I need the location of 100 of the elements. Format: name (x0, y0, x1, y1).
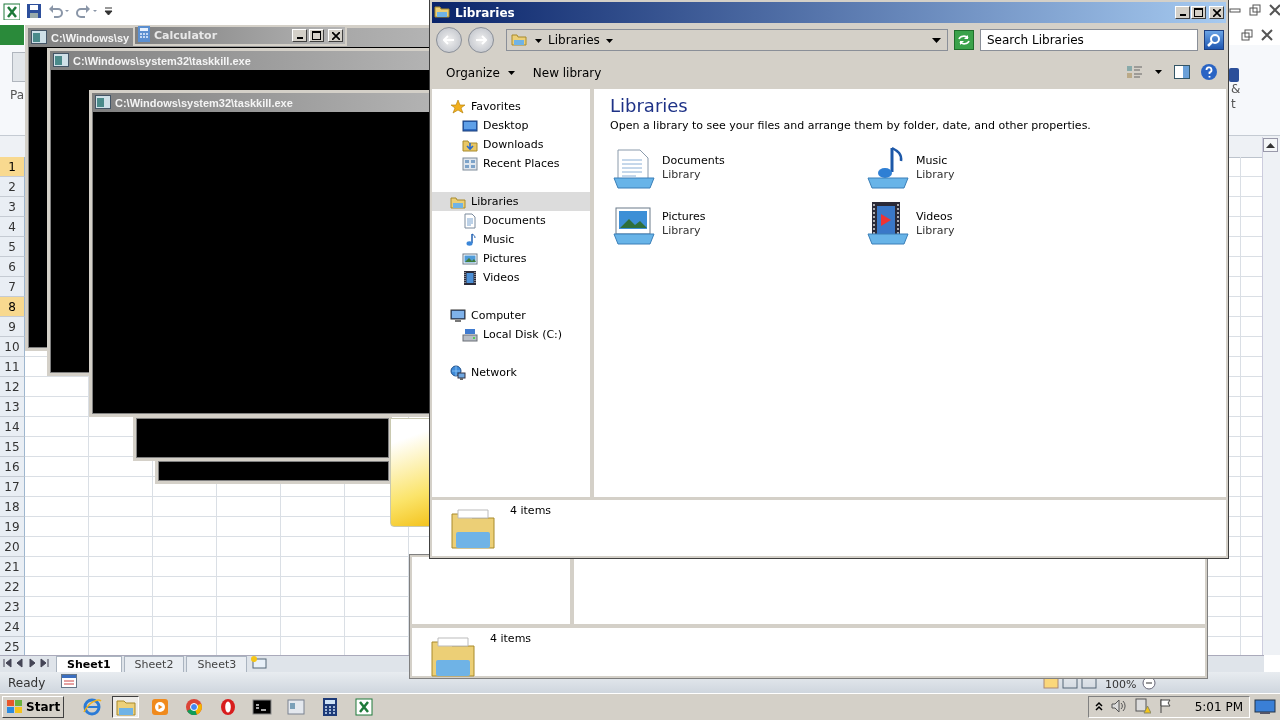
minimize-button[interactable] (1175, 6, 1190, 19)
breadcrumb[interactable]: Libraries (548, 33, 600, 47)
row-header[interactable]: 5 (0, 237, 25, 257)
library-type: Library (916, 224, 955, 238)
nav-item[interactable]: Network (432, 363, 590, 382)
row-header[interactable]: 1 (0, 157, 25, 177)
customize-icon[interactable] (104, 6, 113, 16)
show-desktop-icon[interactable] (1254, 697, 1278, 717)
back-button[interactable] (436, 27, 462, 53)
library-type: Library (662, 168, 702, 182)
row-header[interactable]: 11 (0, 357, 25, 377)
nav-label: Computer (471, 309, 526, 322)
zoom-level: 100% (1105, 678, 1137, 691)
row-header[interactable]: 17 (0, 477, 25, 497)
row-header[interactable]: 6 (0, 257, 25, 277)
videos-icon (462, 269, 478, 286)
nav-item[interactable]: Music (432, 230, 590, 249)
nav-item[interactable]: Documents (432, 211, 590, 230)
nav-item[interactable]: Libraries (432, 192, 590, 211)
page-view-icons[interactable] (1043, 677, 1099, 692)
minimize-button[interactable] (292, 29, 307, 42)
row-header[interactable]: 21 (0, 557, 25, 577)
row-header[interactable]: 14 (0, 417, 25, 437)
minimize-icon (296, 37, 303, 39)
refresh-icon (957, 34, 971, 46)
maximize-button[interactable] (309, 29, 324, 42)
restore-icon[interactable] (1241, 29, 1253, 44)
start-button[interactable]: Start (2, 696, 65, 718)
nav-item[interactable]: Pictures (432, 249, 590, 268)
row-header[interactable]: 9 (0, 317, 25, 337)
undo-icon[interactable] (48, 4, 70, 18)
save-icon[interactable] (26, 3, 42, 19)
nav-item[interactable]: Downloads (432, 135, 590, 154)
row-header[interactable]: 4 (0, 217, 25, 237)
row-header[interactable]: 2 (0, 177, 25, 197)
toolbar-button[interactable]: New library (532, 66, 602, 80)
row-header[interactable]: 22 (0, 577, 25, 597)
library-name[interactable]: Music (916, 154, 955, 168)
vertical-scrollbar[interactable] (1262, 137, 1280, 655)
row-header[interactable]: 15 (0, 437, 25, 457)
nav-label: Videos (483, 271, 520, 284)
favorites-icon (450, 98, 466, 115)
nav-item[interactable]: Videos (432, 268, 590, 287)
library-name[interactable]: Documents (662, 154, 725, 168)
nav-label: Downloads (483, 138, 544, 151)
row-header[interactable]: 13 (0, 397, 25, 417)
ribbon-label: Pa (10, 88, 25, 102)
sheet-tab[interactable]: Sheet2 (123, 656, 185, 672)
nav-item[interactable]: Recent Places (432, 154, 590, 173)
calculator-icon (138, 26, 150, 45)
page-heading: Libraries (610, 95, 689, 116)
refresh-button[interactable] (954, 30, 974, 50)
nav-item[interactable]: Desktop (432, 116, 590, 135)
nav-item[interactable]: Local Disk (C:) (432, 325, 590, 344)
row-header[interactable]: 20 (0, 537, 25, 557)
maximize-button[interactable] (1191, 6, 1206, 19)
item-count: 4 items (510, 504, 552, 519)
sheet-tab[interactable]: Sheet1 (56, 656, 122, 672)
redo-icon[interactable] (76, 4, 98, 18)
close-icon (1212, 8, 1221, 17)
nav-label: Documents (483, 214, 546, 227)
item-count: 4 items (490, 632, 532, 647)
library-name[interactable]: Videos (916, 210, 955, 224)
videos-library-icon[interactable] (864, 200, 912, 248)
forward-button[interactable] (468, 27, 494, 53)
row-header[interactable]: 18 (0, 497, 25, 517)
close-button[interactable] (1209, 6, 1224, 19)
excel-icon[interactable] (2, 2, 20, 20)
search-icon[interactable] (1204, 30, 1224, 50)
back-arrow-icon (443, 35, 455, 45)
address-bar[interactable]: Libraries (506, 29, 948, 51)
library-name[interactable]: Pictures (662, 210, 706, 224)
row-header[interactable]: 16 (0, 457, 25, 477)
toolbar-button[interactable]: Organize (446, 66, 515, 80)
window-title: C:\Windows\sy (51, 31, 130, 44)
desktop-icon (462, 117, 478, 134)
nav-item[interactable]: Computer (432, 306, 590, 325)
row-header[interactable]: 25 (0, 637, 25, 657)
explorer-taskbar-icon[interactable] (112, 696, 140, 718)
row-header[interactable]: 8 (0, 297, 25, 317)
search-field[interactable]: Search Libraries (980, 29, 1198, 51)
music-library-icon[interactable] (864, 144, 912, 192)
nav-item[interactable]: Favorites (432, 97, 590, 116)
disk-icon (462, 326, 478, 343)
row-header[interactable]: 12 (0, 377, 25, 397)
restore-icon[interactable] (1249, 4, 1261, 19)
nav-label: Favorites (471, 100, 521, 113)
close-button[interactable] (328, 29, 343, 42)
scroll-up-icon[interactable] (1263, 138, 1278, 155)
clock[interactable]: 5:01 PM (1194, 700, 1243, 714)
row-header[interactable]: 24 (0, 617, 25, 637)
row-header[interactable]: 19 (0, 517, 25, 537)
row-header[interactable]: 7 (0, 277, 25, 297)
row-header[interactable]: 10 (0, 337, 25, 357)
row-header[interactable]: 3 (0, 197, 25, 217)
ribbon-icon[interactable] (1229, 68, 1239, 85)
sheet-tab[interactable]: Sheet3 (186, 656, 248, 672)
macro-icon[interactable] (61, 674, 78, 691)
windows-logo-icon (6, 699, 24, 715)
row-header[interactable]: 23 (0, 597, 25, 617)
